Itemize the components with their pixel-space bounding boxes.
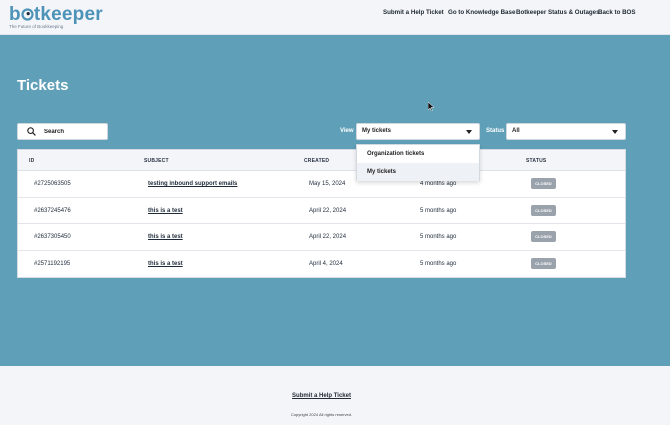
table-row[interactable]: #2725063505 testing inbound support emai… — [18, 171, 625, 198]
view-dropdown-menu: Organization tickets My tickets — [356, 144, 480, 181]
ticket-id: #2637305450 — [34, 234, 71, 240]
tickets-table: ID SUBJECT CREATED STATUS #2725063505 te… — [17, 149, 626, 278]
dropdown-option-my-tickets[interactable]: My tickets — [357, 163, 479, 181]
logo-eye-icon — [21, 4, 34, 26]
table-row[interactable]: #2637245476 this is a test April 22, 202… — [18, 198, 625, 224]
status-badge: CLOSED — [531, 178, 556, 189]
ticket-subject-link[interactable]: this is a test — [148, 234, 183, 240]
status-label: Status — [486, 128, 505, 134]
chevron-down-icon — [466, 130, 472, 134]
ticket-created: April 22, 2024 — [309, 207, 347, 214]
view-select-value: My tickets — [362, 128, 392, 134]
nav-status-outages[interactable]: Botkeeper Status & Outages — [516, 9, 600, 16]
column-header-status[interactable]: STATUS — [526, 158, 546, 164]
view-label: View — [340, 128, 354, 134]
mouse-cursor-icon — [427, 101, 435, 113]
footer-copyright: Copyright 2024 All rights reserved. — [290, 412, 353, 417]
status-badge: CLOSED — [531, 204, 556, 216]
column-header-created[interactable]: CREATED — [304, 158, 329, 164]
ticket-created: April 22, 2024 — [309, 234, 347, 240]
ticket-updated: 4 months ago — [420, 181, 457, 187]
logo-text-start: b — [9, 4, 21, 25]
logo-wordmark: b tkeeper — [9, 4, 103, 26]
column-header-id[interactable]: ID — [29, 158, 34, 164]
status-select[interactable]: All — [506, 123, 626, 140]
top-header: b tkeeper The Future of Bookkeeping Subm… — [0, 0, 670, 35]
search-field[interactable] — [17, 123, 108, 140]
ticket-subject-link[interactable]: this is a test — [148, 208, 183, 214]
ticket-id: #2571192195 — [34, 260, 71, 267]
nav-submit-help-ticket[interactable]: Submit a Help Ticket — [383, 9, 444, 16]
nav-knowledge-base[interactable]: Go to Knowledge Base — [448, 9, 515, 16]
nav-back-to-bos[interactable]: Back to BOS — [598, 9, 635, 16]
table-row[interactable]: #2571192195 this is a test April 4, 2024… — [18, 251, 625, 278]
ticket-id: #2637245476 — [34, 207, 71, 214]
view-select[interactable]: My tickets — [356, 123, 480, 140]
table-row[interactable]: #2637305450 this is a test April 22, 202… — [18, 224, 625, 251]
status-select-value: All — [512, 128, 520, 134]
status-badge: CLOSED — [531, 257, 556, 269]
ticket-updated: 5 months ago — [420, 207, 457, 214]
ticket-created: April 4, 2024 — [309, 260, 343, 267]
ticket-subject-link[interactable]: this is a test — [148, 261, 183, 267]
column-header-subject[interactable]: SUBJECT — [144, 158, 169, 164]
search-input[interactable] — [44, 126, 106, 137]
search-icon — [27, 127, 36, 136]
ticket-updated: 5 months ago — [420, 260, 457, 267]
table-header: ID SUBJECT CREATED STATUS — [18, 150, 625, 171]
chevron-down-icon — [612, 130, 618, 134]
footer-submit-help-ticket-link[interactable]: Submit a Help Ticket — [0, 393, 643, 399]
dropdown-option-organization-tickets[interactable]: Organization tickets — [357, 145, 479, 163]
logo-text-end: tkeeper — [33, 4, 103, 25]
logo-tagline: The Future of Bookkeeping — [9, 24, 64, 29]
page-title: Tickets — [17, 77, 69, 94]
ticket-updated: 5 months ago — [420, 234, 457, 240]
ticket-subject-link[interactable]: testing inbound support emails — [148, 181, 237, 187]
status-badge: CLOSED — [531, 231, 556, 242]
ticket-created: May 15, 2024 — [309, 181, 346, 187]
botkeeper-logo[interactable]: b tkeeper The Future of Bookkeeping — [9, 4, 119, 31]
ticket-id: #2725063505 — [34, 181, 71, 187]
